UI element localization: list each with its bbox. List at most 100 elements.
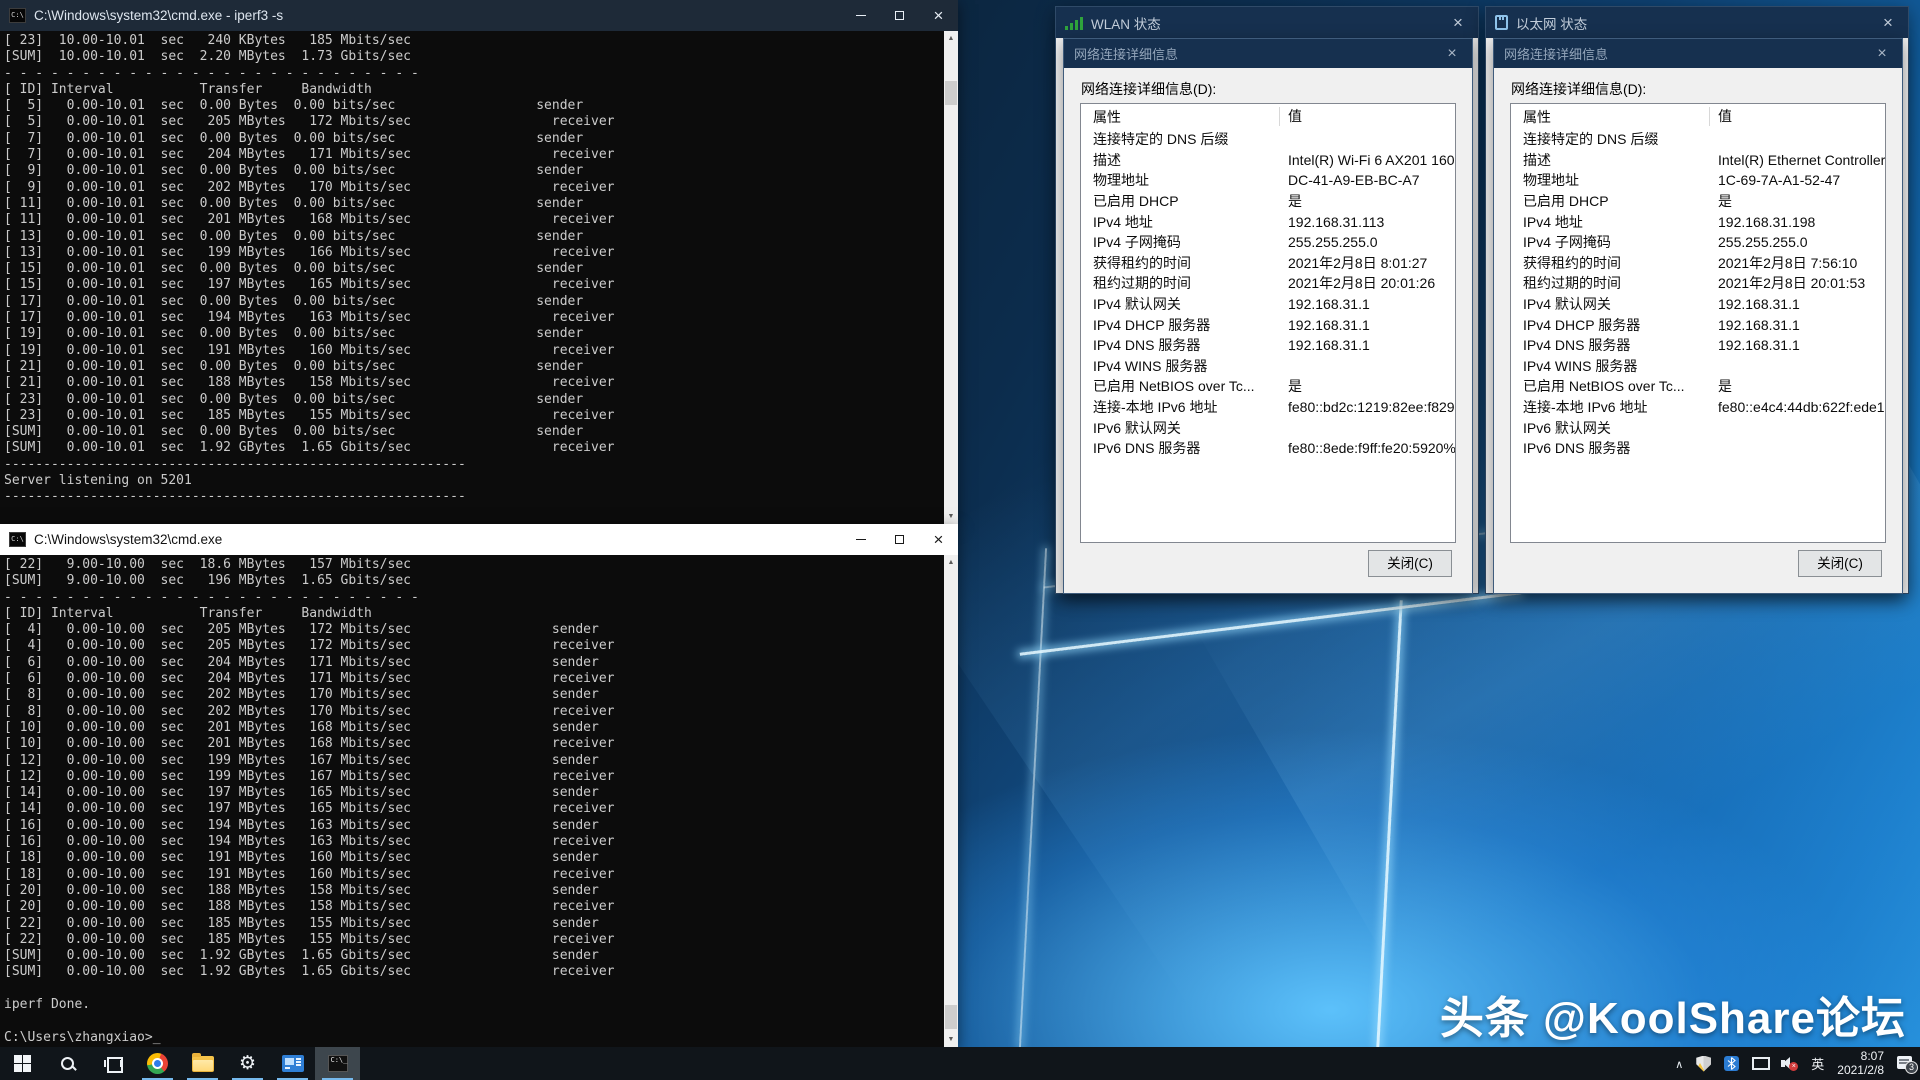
detail-value: 192.168.31.1 [1279, 337, 1455, 353]
scroll-up-icon[interactable] [944, 555, 958, 570]
terminal-line [4, 981, 944, 997]
detail-property: 连接特定的 DNS 后缀 [1081, 129, 1279, 149]
detail-value: 192.168.31.1 [1709, 337, 1885, 353]
terminal-line: - - - - - - - - - - - - - - - - - - - - … [4, 66, 944, 82]
detail-row: IPv4 地址192.168.31.113 [1081, 211, 1455, 232]
search-icon [60, 1056, 76, 1072]
scroll-down-icon[interactable] [944, 509, 958, 524]
taskbar-app-settings[interactable] [225, 1047, 270, 1080]
scrollbar-thumb[interactable] [945, 1005, 957, 1029]
terminal-line: [ 7] 0.00-10.01 sec 0.00 Bytes 0.00 bits… [4, 131, 944, 147]
defender-shield-icon[interactable] [1696, 1056, 1711, 1072]
details-rows: 连接特定的 DNS 后缀描述Intel(R) Wi-Fi 6 AX201 160… [1081, 129, 1455, 459]
bluetooth-icon[interactable] [1724, 1056, 1739, 1071]
wlan-status-title-bar[interactable]: WLAN 状态 [1056, 7, 1478, 38]
terminal-line: [ 23] 10.00-10.01 sec 240 KBytes 185 Mbi… [4, 33, 944, 49]
terminal-output[interactable]: [ 23] 10.00-10.01 sec 240 KBytes 185 Mbi… [0, 31, 944, 524]
detail-property: 获得租约的时间 [1511, 253, 1709, 273]
windows-logo-icon [14, 1055, 31, 1072]
detail-value: 255.255.255.0 [1709, 234, 1885, 250]
dialog-title-bar[interactable]: 网络连接详细信息 [1494, 39, 1902, 68]
terminal-line: [ 4] 0.00-10.00 sec 205 MBytes 172 Mbits… [4, 638, 944, 654]
detail-property: 租约过期的时间 [1081, 273, 1279, 293]
detail-row: IPv4 默认网关192.168.31.1 [1081, 294, 1455, 315]
taskbar-app-command-prompt[interactable]: C:\_ [315, 1047, 360, 1080]
dialog-title-bar[interactable]: 网络连接详细信息 [1064, 39, 1472, 68]
detail-value: 192.168.31.1 [1279, 317, 1455, 333]
terminal-prompt-line: C:\Users\zhangxiao>_ [4, 1030, 944, 1046]
close-dialog-button[interactable]: 关闭(C) [1368, 550, 1452, 577]
close-icon[interactable] [1862, 39, 1902, 68]
terminal-line: [ 15] 0.00-10.01 sec 197 MBytes 165 Mbit… [4, 277, 944, 293]
maximize-button[interactable] [880, 0, 919, 31]
terminal-line: [ 17] 0.00-10.01 sec 194 MBytes 163 Mbit… [4, 310, 944, 326]
close-button[interactable] [919, 524, 958, 555]
terminal-line: [SUM] 9.00-10.00 sec 196 MBytes 1.65 Gbi… [4, 573, 944, 589]
taskbar-app-chrome[interactable] [135, 1047, 180, 1080]
start-button[interactable] [0, 1047, 45, 1080]
scrollbar-thumb[interactable] [945, 81, 957, 105]
detail-property: IPv4 DNS 服务器 [1511, 335, 1709, 355]
detail-row: 已启用 DHCP是 [1081, 191, 1455, 212]
detail-property: IPv4 WINS 服务器 [1081, 356, 1279, 376]
detail-value: fe80::e4c4:44db:622f:ede1%16 [1709, 399, 1885, 415]
minimize-button[interactable] [841, 0, 880, 31]
terminal-title-bar[interactable]: C:\ C:\Windows\system32\cmd.exe - iperf3… [0, 0, 958, 31]
terminal-line: [ 16] 0.00-10.00 sec 194 MBytes 163 Mbit… [4, 818, 944, 834]
gear-icon [239, 1054, 256, 1074]
notification-center-button[interactable]: 3 [1897, 1056, 1914, 1071]
detail-row: IPv6 默认网关 [1511, 417, 1885, 438]
wlan-details-dialog: 网络连接详细信息 网络连接详细信息(D): 属性 值 连接特定的 DNS 后缀描… [1063, 38, 1473, 594]
close-button[interactable] [919, 0, 958, 31]
detail-property: IPv4 DNS 服务器 [1081, 335, 1279, 355]
maximize-button[interactable] [880, 524, 919, 555]
ethernet-status-title-bar[interactable]: 以太网 状态 [1486, 7, 1908, 38]
terminal-line: [SUM] 10.00-10.01 sec 2.20 MBytes 1.73 G… [4, 49, 944, 65]
scroll-up-icon[interactable] [944, 31, 958, 46]
detail-value: Intel(R) Wi-Fi 6 AX201 160MHz [1279, 152, 1455, 168]
detail-row: 获得租约的时间2021年2月8日 8:01:27 [1081, 253, 1455, 274]
terminal-line: ----------------------------------------… [4, 489, 944, 505]
taskbar-app-network-connections[interactable] [270, 1047, 315, 1080]
close-icon[interactable] [1432, 39, 1472, 68]
detail-row: IPv4 子网掩码255.255.255.0 [1081, 232, 1455, 253]
taskbar-search-button[interactable] [45, 1047, 90, 1080]
close-dialog-button[interactable]: 关闭(C) [1798, 550, 1882, 577]
terminal-title: C:\Windows\system32\cmd.exe - iperf3 -s [34, 8, 283, 23]
detail-row: 已启用 NetBIOS over Tc...是 [1511, 376, 1885, 397]
close-icon[interactable] [1438, 7, 1478, 38]
desktop: 头条 @KoolShare论坛 C:\ C:\Windows\system32\… [0, 0, 1920, 1080]
terminal-line: [ 23] 0.00-10.01 sec 0.00 Bytes 0.00 bit… [4, 392, 944, 408]
scroll-down-icon[interactable] [944, 1032, 958, 1047]
ime-indicator[interactable]: 英 [1811, 1054, 1824, 1073]
terminal-title-bar[interactable]: C:\ C:\Windows\system32\cmd.exe [0, 524, 958, 555]
terminal-line: [ 19] 0.00-10.01 sec 0.00 Bytes 0.00 bit… [4, 326, 944, 342]
terminal-scrollbar[interactable] [944, 31, 958, 524]
detail-row: 连接-本地 IPv6 地址fe80::e4c4:44db:622f:ede1%1… [1511, 397, 1885, 418]
detail-value: 192.168.31.113 [1279, 214, 1455, 230]
folder-icon [192, 1056, 214, 1072]
terminal-title: C:\Windows\system32\cmd.exe [34, 532, 222, 547]
detail-property: IPv4 默认网关 [1511, 294, 1709, 314]
volume-muted-icon[interactable]: × [1781, 1057, 1798, 1071]
terminal-output[interactable]: [ 22] 9.00-10.00 sec 18.6 MBytes 157 Mbi… [0, 555, 944, 1047]
detail-value: fe80::bd2c:1219:82ee:f829%7 [1279, 399, 1455, 415]
tray-clock[interactable]: 8:07 2021/2/8 [1837, 1050, 1884, 1077]
column-header-property: 属性 [1511, 107, 1709, 127]
details-list[interactable]: 属性 值 连接特定的 DNS 后缀描述Intel(R) Ethernet Con… [1510, 103, 1886, 543]
terminal-line: [ 21] 0.00-10.01 sec 188 MBytes 158 Mbit… [4, 375, 944, 391]
minimize-button[interactable] [841, 524, 880, 555]
taskbar-app-file-explorer[interactable] [180, 1047, 225, 1080]
chevron-up-icon[interactable] [1675, 1055, 1683, 1073]
task-view-button[interactable] [90, 1047, 135, 1080]
detail-value: 2021年2月8日 8:01:27 [1279, 253, 1455, 273]
close-icon[interactable] [1868, 7, 1908, 38]
terminal-line: [ 12] 0.00-10.00 sec 199 MBytes 167 Mbit… [4, 769, 944, 785]
details-list[interactable]: 属性 值 连接特定的 DNS 后缀描述Intel(R) Wi-Fi 6 AX20… [1080, 103, 1456, 543]
detail-property: 获得租约的时间 [1081, 253, 1279, 273]
detail-row: 已启用 DHCP是 [1511, 191, 1885, 212]
detail-value: DC-41-A9-EB-BC-A7 [1279, 172, 1455, 188]
terminal-scrollbar[interactable] [944, 555, 958, 1047]
detail-value: 1C-69-7A-A1-52-47 [1709, 172, 1885, 188]
network-display-icon[interactable] [1752, 1057, 1768, 1070]
